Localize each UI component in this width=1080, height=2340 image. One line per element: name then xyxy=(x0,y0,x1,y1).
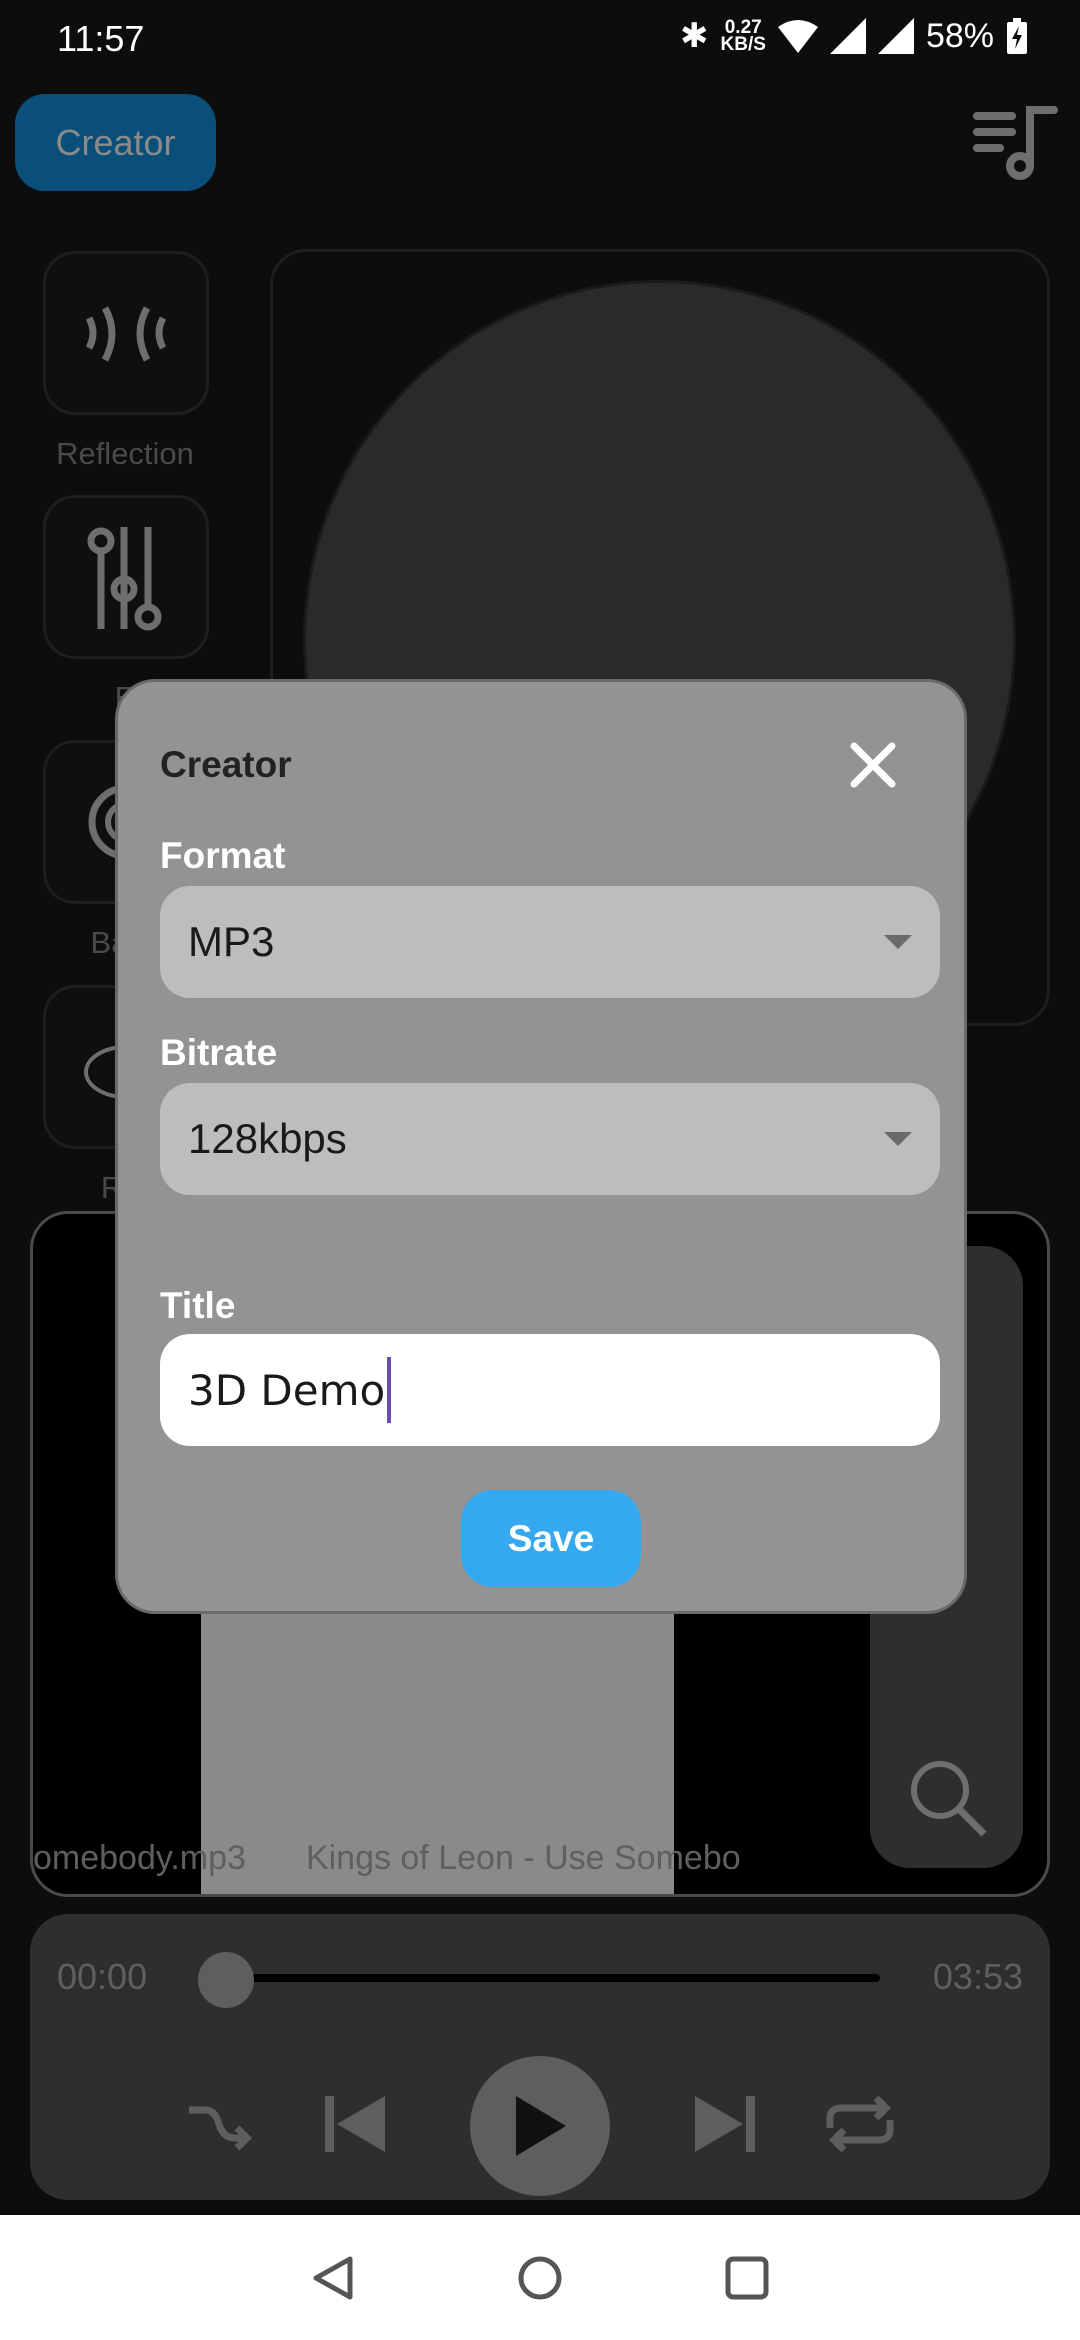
equalizer-icon xyxy=(87,527,162,631)
duration-time: 03:53 xyxy=(932,1956,1023,1997)
repeat-button[interactable] xyxy=(820,2084,900,2164)
bitrate-label: Bitrate xyxy=(160,1032,278,1073)
title-input[interactable]: 3D Demo xyxy=(160,1334,940,1446)
status-bar: 11:57 ✱ 0.27 KB/S 58% xyxy=(0,0,1080,80)
net-speed-unit: KB/S xyxy=(720,34,766,55)
text-cursor xyxy=(387,1357,392,1423)
track-marquee: omebody.mp3 Kings of Leon - Use Somebo xyxy=(33,1839,843,1878)
format-value: MP3 xyxy=(188,918,275,965)
repeat-icon xyxy=(826,2095,894,2153)
play-button[interactable] xyxy=(470,2056,610,2196)
format-label: Format xyxy=(160,835,286,876)
dropdown-arrow-icon xyxy=(884,1132,912,1146)
seek-thumb[interactable] xyxy=(198,1952,254,2008)
reflection-label: Reflection xyxy=(56,436,194,471)
skip-next-icon xyxy=(695,2096,755,2152)
close-icon[interactable] xyxy=(846,738,900,792)
next-button[interactable] xyxy=(685,2084,765,2164)
equalizer-button[interactable] xyxy=(43,495,209,659)
status-icons: ✱ 0.27 KB/S 58% xyxy=(680,16,1028,56)
dropdown-arrow-icon xyxy=(884,935,912,949)
save-button[interactable]: Save xyxy=(461,1490,641,1587)
player-controls: 00:00 03:53 xyxy=(30,1914,1050,2200)
playlist-music-icon[interactable] xyxy=(972,104,1060,180)
reflection-icon xyxy=(85,306,167,362)
navigation-bar xyxy=(0,2215,1080,2340)
title-input-value: 3D Demo xyxy=(188,1365,386,1415)
title-label: Title xyxy=(160,1285,236,1326)
bluetooth-icon: ✱ xyxy=(680,17,709,55)
shuffle-button[interactable] xyxy=(180,2084,260,2164)
signal-icon xyxy=(829,18,866,54)
recents-icon[interactable] xyxy=(722,2253,772,2303)
format-dropdown[interactable]: MP3 xyxy=(160,886,940,998)
battery-percent: 58% xyxy=(925,16,994,55)
shuffle-icon xyxy=(189,2106,252,2151)
reflection-button[interactable] xyxy=(43,251,209,415)
file-name: omebody.mp3 xyxy=(33,1839,246,1877)
dialog-title: Creator xyxy=(160,744,292,785)
clock: 11:57 xyxy=(57,18,145,59)
home-icon[interactable] xyxy=(515,2253,565,2303)
previous-button[interactable] xyxy=(315,2084,395,2164)
wifi-icon xyxy=(777,20,818,53)
seek-bar[interactable] xyxy=(240,1974,880,1982)
bitrate-dropdown[interactable]: 128kbps xyxy=(160,1083,940,1195)
signal-icon-2 xyxy=(877,18,914,54)
battery-charging-icon xyxy=(1007,18,1027,54)
play-icon xyxy=(516,2096,566,2156)
search-icon[interactable] xyxy=(906,1756,990,1840)
back-icon[interactable] xyxy=(308,2253,358,2303)
creator-dialog: Creator Format MP3 Bitrate 128kbps Title… xyxy=(115,679,967,1614)
creator-button[interactable]: Creator xyxy=(15,94,216,191)
bitrate-value: 128kbps xyxy=(188,1115,347,1162)
skip-previous-icon xyxy=(325,2096,385,2152)
net-speed: 0.27 KB/S xyxy=(720,18,766,55)
elapsed-time: 00:00 xyxy=(57,1956,148,1997)
track-title: Kings of Leon - Use Somebo xyxy=(305,1839,741,1877)
